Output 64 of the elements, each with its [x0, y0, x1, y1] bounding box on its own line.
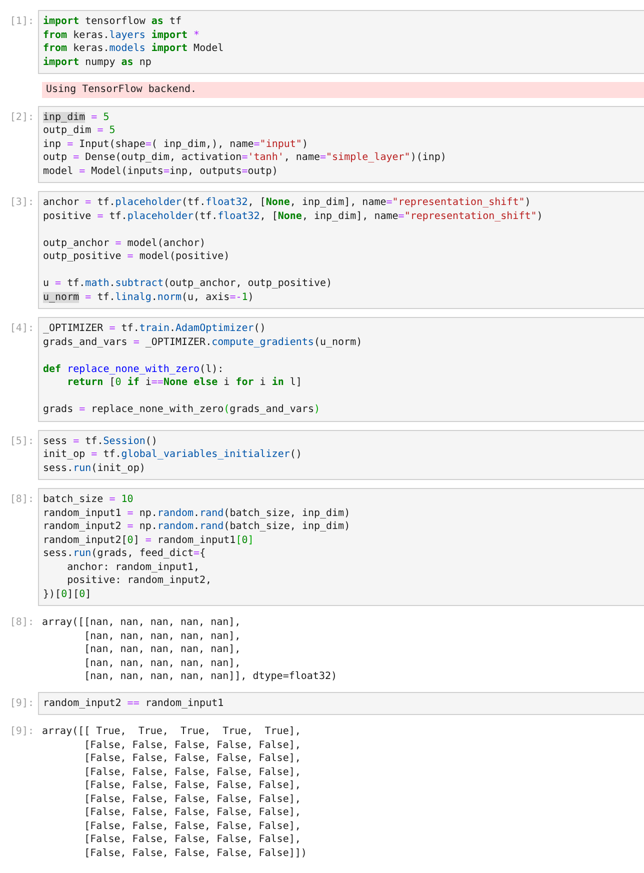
- output-prompt: [8]:: [8, 616, 35, 630]
- code-line: anchor = tf.placeholder(tf.float32, [None, inp_dim], name="representation_shift"): [43, 196, 531, 210]
- code-cell[interactable]: random_input2 == random_input1: [38, 692, 644, 715]
- code-line: import tensorflow as tf: [43, 15, 182, 28]
- code-line: grads_and_vars = _OPTIMIZER.compute_gradients(u_norm): [43, 336, 362, 349]
- code-line: inp_dim = 5: [43, 110, 110, 124]
- output-line: [False, False, False, False, False],: [83, 806, 301, 820]
- code-line: from keras.models import Model: [43, 42, 224, 56]
- code-cell[interactable]: import tensorflow as tf from keras.layers import * from keras.models import Model import numpy as np: [38, 10, 644, 74]
- output-prompt: [9]:: [8, 725, 35, 738]
- code-line: random_input2 = np.random.rand(batch_size, inp_dim): [43, 520, 350, 534]
- code-line: from keras.layers import *: [43, 28, 200, 42]
- output-line: [False, False, False, False, False],: [83, 779, 301, 792]
- output-line: [False, False, False, False, False],: [83, 738, 301, 752]
- code-line: sess = tf.Session(): [43, 434, 158, 448]
- code-line: random_input2[0] = random_input1[0]: [43, 534, 254, 547]
- output-line: [False, False, False, False, False],: [83, 752, 301, 766]
- code-line: outp_positive = model(positive): [43, 250, 230, 264]
- code-cell[interactable]: [38, 191, 644, 309]
- output-line: [False, False, False, False, False],: [83, 792, 301, 806]
- output-line: [False, False, False, False, False]]): [83, 846, 307, 860]
- output-line: [nan, nan, nan, nan, nan],: [83, 656, 241, 670]
- input-prompt: [2]:: [8, 110, 35, 124]
- code-cell[interactable]: [38, 488, 644, 606]
- input-prompt: [3]:: [8, 196, 35, 210]
- code-line: outp_dim = 5: [43, 124, 116, 138]
- input-prompt: [8]:: [8, 493, 35, 506]
- output-line: [False, False, False, False, False],: [83, 766, 301, 779]
- code-line: batch_size = 10: [43, 493, 134, 506]
- code-line: inp = Input(shape=( inp_dim,), name="input"): [43, 138, 308, 151]
- code-cell[interactable]: sess = tf.Session() init_op = tf.global_variables_initializer() sess.run(init_op): [38, 430, 644, 480]
- input-prompt: [1]:: [8, 15, 35, 28]
- input-prompt: [9]:: [8, 696, 35, 710]
- code-line: grads = replace_none_with_zero(grads_and_vars): [43, 403, 320, 416]
- code-line: import numpy as np: [43, 56, 152, 69]
- code-line: outp = Dense(outp_dim, activation='tanh', name="simple_layer")(inp): [43, 151, 446, 164]
- code-line: random_input2 == random_input1: [43, 696, 224, 710]
- code-line: sess.run(init_op): [43, 462, 146, 475]
- code-cell[interactable]: inp_dim = 5 outp_dim = 5 inp = Input(shape=( inp_dim,), name="input") outp = Dense(outp_dim, activation='tanh', name="simple_layer")(inp) model = Model(inputs=inp, outputs=outp): [38, 106, 644, 183]
- code-line: return [0 if i==None else i for i in l]: [66, 376, 302, 390]
- input-prompt: [4]:: [8, 322, 35, 336]
- code-line: })[0][0]: [43, 588, 92, 601]
- code-line: u_norm = tf.linalg.norm(u, axis=-1): [43, 290, 254, 304]
- code-line: sess.run(grads, feed_dict={: [43, 547, 206, 560]
- input-prompt: [5]:: [8, 434, 35, 448]
- output-line: [nan, nan, nan, nan, nan]], dtype=float32): [83, 670, 338, 684]
- stderr-line: Using TensorFlow backend.: [46, 83, 197, 96]
- output-line: array([[ True, True, True, True, True],: [42, 725, 301, 738]
- code-line: _OPTIMIZER = tf.train.AdamOptimizer(): [43, 322, 266, 336]
- code-line: model = Model(inputs=inp, outputs=outp): [43, 164, 278, 178]
- code-line: def replace_none_with_zero(l):: [43, 362, 224, 376]
- output-line: [nan, nan, nan, nan, nan],: [83, 643, 241, 656]
- code-line: random_input1 = np.random.rand(batch_size, inp_dim): [43, 506, 350, 520]
- code-line: outp_anchor = model(anchor): [43, 236, 206, 250]
- code-line: init_op = tf.global_variables_initializer(): [43, 448, 302, 462]
- output-line: [nan, nan, nan, nan, nan],: [83, 630, 241, 643]
- code-line: positive: random_input2,: [66, 574, 212, 588]
- code-cell[interactable]: [38, 317, 644, 422]
- code-line: u = tf.math.subtract(outp_anchor, outp_positive): [43, 277, 332, 290]
- code-line: anchor: random_input1,: [66, 560, 200, 574]
- output-line: array([[nan, nan, nan, nan, nan],: [42, 616, 241, 630]
- output-line: [False, False, False, False, False],: [83, 833, 301, 846]
- code-line: positive = tf.placeholder(tf.float32, [None, inp_dim], name="representation_shift"): [43, 210, 543, 223]
- output-line: [False, False, False, False, False],: [83, 820, 301, 833]
